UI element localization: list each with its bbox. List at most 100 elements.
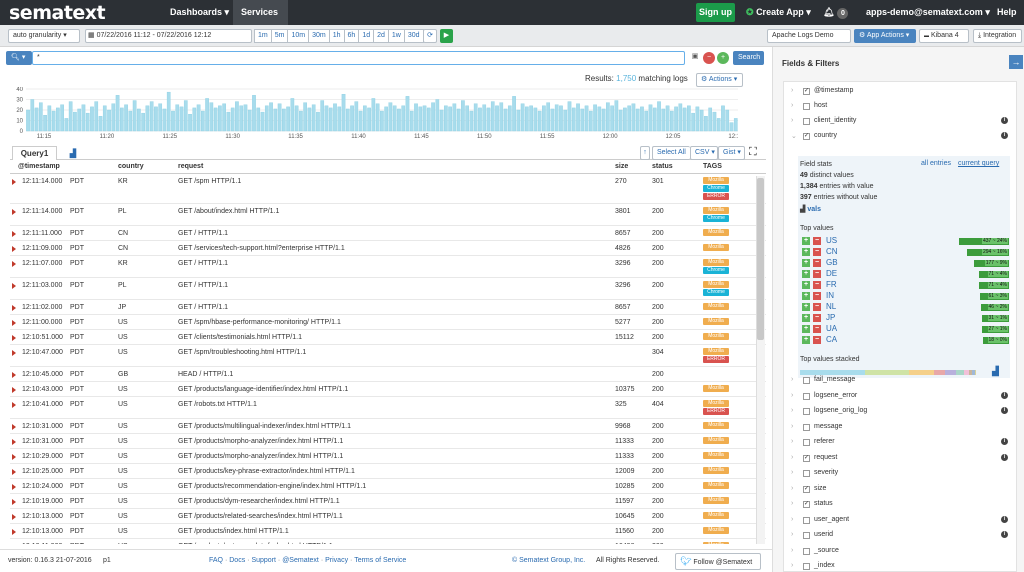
table-row[interactable]: 12:10:47.000 PDT US GET /spm/troubleshootin… — [10, 345, 766, 367]
table-row[interactable]: 12:11:03.000 PDT PL GET / HTTP/1.1 3296 200 Mo… — [10, 278, 766, 300]
chevron-right-icon[interactable]: › — [791, 562, 793, 569]
histogram-bar[interactable] — [209, 102, 214, 132]
top-value-row[interactable]: + − DE 71 ~ 4% — [802, 269, 1009, 280]
histogram-bar[interactable] — [337, 106, 342, 132]
histogram-bar[interactable] — [614, 100, 619, 132]
histogram-bar[interactable] — [192, 107, 197, 132]
histogram-bar[interactable] — [418, 106, 423, 132]
histogram-bar[interactable] — [47, 105, 52, 132]
top-value-name[interactable]: NL — [826, 302, 836, 311]
field-row-userid[interactable]: › userid i — [784, 528, 1016, 543]
histogram-bar[interactable] — [350, 105, 354, 132]
field-checkbox[interactable]: ✓ — [803, 133, 810, 140]
field-checkbox[interactable] — [803, 408, 810, 415]
top-value-name[interactable]: GB — [826, 258, 838, 267]
chevron-right-icon[interactable]: › — [791, 531, 793, 538]
field-row-severity[interactable]: › severity — [784, 466, 1016, 481]
table-row[interactable]: 12:11:02.000 PDT JP GET / HTTP/1.1 8657 200 Mo… — [10, 300, 766, 315]
histogram-bar[interactable] — [73, 111, 77, 132]
expand-row-icon[interactable] — [12, 402, 16, 408]
histogram-bar[interactable] — [158, 103, 163, 132]
histogram-bar[interactable] — [644, 110, 649, 132]
tag-error[interactable]: ERROR — [703, 408, 729, 415]
histogram-bar[interactable] — [533, 107, 538, 132]
tag-chrome[interactable]: Chrome — [703, 289, 729, 296]
top-value-row[interactable]: + − CA 18 ~ 0% — [802, 335, 1009, 346]
top-value-name[interactable]: DE — [826, 269, 837, 278]
chevron-down-icon[interactable]: ⌄ — [791, 132, 797, 140]
create-app-menu[interactable]: ✪ Create App ▾ — [738, 0, 819, 25]
histogram-bar[interactable] — [56, 107, 60, 132]
histogram-bar[interactable] — [678, 103, 683, 132]
expand-row-icon[interactable] — [12, 246, 16, 252]
histogram-bar[interactable] — [601, 108, 606, 132]
histogram-bar[interactable] — [486, 107, 491, 132]
field-row-index[interactable]: › _index — [784, 559, 1016, 571]
top-value-name[interactable]: JP — [826, 313, 835, 322]
kibana-button[interactable]: ▬ Kibana 4 — [919, 29, 969, 43]
top-value-row[interactable]: + − CN 294 ~ 16% — [802, 247, 1009, 258]
field-checkbox[interactable]: ✓ — [803, 88, 810, 95]
expand-row-icon[interactable] — [12, 305, 16, 311]
histogram-bar[interactable] — [226, 111, 231, 132]
chevron-right-icon[interactable]: › — [791, 516, 793, 523]
tag-mozilla[interactable]: Mozilla — [703, 333, 729, 340]
tag-chrome[interactable]: Chrome — [703, 215, 729, 222]
info-icon[interactable]: i — [1001, 407, 1008, 414]
scroll-top-button[interactable]: ↑ — [640, 146, 650, 160]
column-header[interactable]: status — [652, 163, 673, 170]
tag-chrome[interactable]: Chrome — [703, 267, 729, 274]
footer-link-faq[interactable]: FAQ — [209, 557, 223, 564]
tag-mozilla[interactable]: Mozilla — [703, 400, 729, 407]
histogram-bar[interactable] — [328, 107, 333, 132]
histogram-bar[interactable] — [426, 107, 431, 132]
include-value-icon[interactable]: + — [802, 336, 810, 344]
histogram-bar[interactable] — [648, 104, 653, 132]
expand-row-icon[interactable] — [12, 499, 16, 505]
field-checkbox[interactable] — [803, 516, 810, 524]
histogram-bar[interactable] — [115, 95, 120, 132]
histogram-bar[interactable] — [495, 105, 499, 132]
field-row-size[interactable]: › ✓ size — [784, 482, 1016, 497]
signup-button[interactable]: Sign up — [696, 3, 735, 22]
histogram-bar[interactable] — [435, 99, 440, 132]
chevron-right-icon[interactable]: › — [791, 392, 793, 399]
histogram-bar[interactable] — [137, 108, 141, 132]
histogram-bar[interactable] — [478, 107, 482, 132]
follow-twitter-button[interactable]: 🐦︎ Follow @Sematext — [675, 553, 761, 570]
histogram-bar[interactable] — [691, 112, 695, 132]
histogram-bar[interactable] — [618, 109, 623, 132]
table-row[interactable]: 12:11:14.000 PDT PL GET /about/index.html H… — [10, 204, 766, 226]
histogram-bar[interactable] — [154, 106, 158, 132]
histogram-bar[interactable] — [333, 103, 337, 132]
histogram-bar[interactable] — [550, 108, 555, 132]
histogram-bar[interactable] — [571, 107, 576, 132]
histogram-bar[interactable] — [580, 108, 585, 132]
tab-chart[interactable]: ▟ — [59, 146, 87, 160]
histogram-bar[interactable] — [631, 103, 636, 132]
table-row[interactable]: 12:10:24.000 PDT US GET /products/recommend… — [10, 479, 766, 494]
histogram-bar[interactable] — [559, 105, 563, 132]
field-checkbox[interactable] — [803, 439, 810, 446]
expand-row-icon[interactable] — [12, 350, 16, 356]
tag-mozilla[interactable]: Mozilla — [703, 244, 729, 251]
histogram-bar[interactable] — [30, 99, 35, 132]
histogram-bar[interactable] — [171, 110, 175, 132]
expand-row-icon[interactable] — [12, 335, 16, 341]
field-checkbox[interactable]: ✓ — [803, 501, 810, 508]
histogram-bar[interactable] — [81, 104, 86, 132]
field-row-source[interactable]: › _source — [784, 544, 1016, 559]
tag-mozilla[interactable]: Mozilla — [703, 259, 729, 266]
table-row[interactable]: 12:10:13.000 PDT US GET /products/related-s… — [10, 509, 766, 524]
histogram-bar[interactable] — [610, 105, 614, 132]
histogram-bar[interactable] — [507, 105, 512, 132]
table-row[interactable]: 12:11:00.000 PDT US GET /spm/hbase-performa… — [10, 315, 766, 330]
date-range-picker[interactable]: ▦ 07/22/2016 11:12 - 07/22/2016 12:12 — [85, 29, 252, 43]
histogram-bar[interactable] — [196, 104, 201, 132]
histogram-bar[interactable] — [222, 103, 226, 132]
histogram-bar[interactable] — [188, 114, 192, 132]
expand-row-icon[interactable] — [12, 283, 16, 289]
histogram-bar[interactable] — [520, 103, 525, 132]
histogram-bar[interactable] — [661, 108, 666, 132]
histogram-bar[interactable] — [448, 106, 452, 132]
